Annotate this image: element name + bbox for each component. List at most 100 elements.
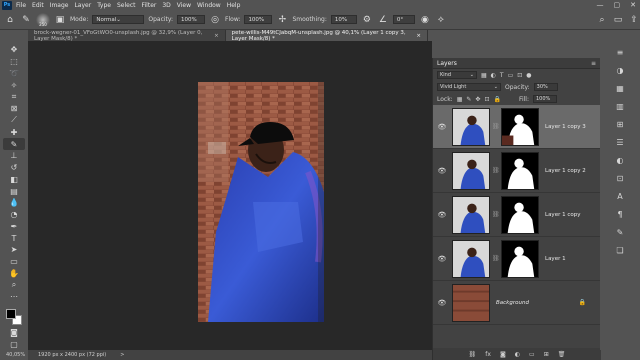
layer-mask-thumbnail[interactable] — [501, 239, 539, 278]
lock-artboard-icon[interactable]: ⊡ — [484, 96, 489, 103]
blur-tool-icon[interactable]: 💧 — [3, 197, 25, 209]
minimize-button[interactable]: — — [597, 0, 604, 10]
paragraph-icon[interactable]: ¶ — [613, 207, 627, 221]
properties-icon[interactable]: ☰ — [613, 135, 627, 149]
smoothing-field[interactable]: 10% — [330, 15, 357, 24]
history-brush-icon[interactable]: ↺ — [3, 162, 25, 174]
quick-select-tool-icon[interactable]: ✧ — [3, 79, 25, 91]
crop-tool-icon[interactable]: ⌗ — [3, 91, 25, 103]
brushes-icon[interactable]: ✎ — [613, 225, 627, 239]
status-arrow[interactable]: > — [120, 352, 124, 358]
pressure-opacity-icon[interactable]: ◎ — [209, 14, 221, 26]
menu-3d[interactable]: 3D — [162, 2, 170, 9]
adjustment-layer-icon[interactable]: ◐ — [515, 351, 520, 358]
layer-mask-thumbnail[interactable] — [501, 151, 539, 190]
layer-name[interactable]: Layer 1 copy 3 — [545, 124, 586, 130]
tab-brock-wegner[interactable]: brock-wegner-01_VFoGtWO0-unsplash.jpg @ … — [28, 30, 226, 42]
libraries-icon[interactable]: ⊡ — [613, 171, 627, 185]
lock-paint-icon[interactable]: ✎ — [466, 96, 471, 103]
eyedropper-tool-icon[interactable]: ⟋ — [3, 115, 25, 127]
quick-mask-icon[interactable]: ◙ — [3, 326, 25, 338]
eye-icon[interactable]: 👁 — [436, 167, 448, 175]
adjustments-icon[interactable]: ◐ — [613, 153, 627, 167]
brush-settings-icon[interactable]: ▣ — [54, 14, 66, 26]
menu-type[interactable]: Type — [97, 2, 111, 9]
layer-thumbnail[interactable] — [452, 195, 490, 234]
mode-dropdown[interactable]: Normal ⌄ — [92, 15, 145, 24]
frame-tool-icon[interactable]: ⊠ — [3, 103, 25, 115]
pressure-size-icon[interactable]: ◉ — [419, 14, 431, 26]
eye-icon[interactable]: 👁 — [436, 211, 448, 219]
panel-menu-icon[interactable]: ≡ — [613, 45, 627, 59]
layer-mask-thumbnail[interactable] — [501, 195, 539, 234]
layer-mask-thumbnail[interactable] — [501, 107, 539, 146]
layer-thumbnail[interactable] — [452, 283, 490, 322]
close-icon[interactable]: × — [214, 33, 219, 39]
brush-tool-icon[interactable]: ✎ — [3, 138, 25, 150]
link-icon[interactable]: ⛓ — [492, 211, 500, 218]
brush-tool-icon[interactable]: ✎ — [20, 14, 32, 26]
foreground-color[interactable] — [6, 308, 16, 319]
hand-tool-icon[interactable]: ✋ — [3, 268, 25, 280]
new-layer-icon[interactable]: ⊞ — [544, 351, 549, 358]
close-icon[interactable]: × — [416, 33, 421, 39]
link-icon[interactable]: ⛓ — [492, 123, 500, 130]
search-icon[interactable]: ⌕ — [596, 14, 608, 26]
healing-tool-icon[interactable]: ✚ — [3, 126, 25, 138]
lock-all-icon[interactable]: 🔒 — [493, 96, 500, 103]
layer-thumbnail[interactable] — [452, 239, 490, 278]
layers-panel-title[interactable]: Layers — [437, 60, 457, 67]
document-image[interactable] — [198, 82, 324, 322]
path-select-tool-icon[interactable]: ➤ — [3, 244, 25, 256]
layer-name[interactable]: Background — [496, 300, 529, 306]
layer-row[interactable]: 👁 ⛓ Layer 1 copy — [433, 193, 600, 237]
trash-icon[interactable]: 🗑 — [558, 351, 566, 358]
gradient-tool-icon[interactable]: ▤ — [3, 185, 25, 197]
dodge-tool-icon[interactable]: ◔ — [3, 209, 25, 221]
link-icon[interactable]: ⛓ — [492, 167, 500, 174]
link-icon[interactable]: ⛓ — [492, 255, 500, 262]
swatches-icon[interactable]: ▦ — [613, 81, 627, 95]
angle-field[interactable]: 0° — [392, 15, 415, 24]
fill-field[interactable]: 100% — [533, 95, 557, 103]
lock-move-icon[interactable]: ✥ — [475, 96, 480, 103]
menu-edit[interactable]: Edit — [32, 2, 44, 9]
filter-toggle-icon[interactable]: ● — [526, 72, 531, 79]
layer-row[interactable]: 👁 ⛓ Layer 1 — [433, 237, 600, 281]
menu-file[interactable]: File — [16, 2, 26, 9]
more-tools-icon[interactable]: ⋯ — [3, 291, 25, 303]
layer-name[interactable]: Layer 1 copy — [545, 212, 580, 218]
brush-preset-picker[interactable]: 250 — [36, 12, 50, 27]
layer-name[interactable]: Layer 1 — [545, 256, 566, 262]
patterns-icon[interactable]: ⊞ — [613, 117, 627, 131]
stamp-tool-icon[interactable]: ⊥ — [3, 150, 25, 162]
filter-type-icon[interactable]: T — [500, 72, 504, 79]
zoom-level[interactable]: 40,05% — [6, 352, 25, 358]
flow-field[interactable]: 100% — [244, 15, 273, 24]
eye-icon[interactable]: 👁 — [436, 255, 448, 263]
eraser-tool-icon[interactable]: ◧ — [3, 173, 25, 185]
zoom-tool-icon[interactable]: ⌕ — [3, 279, 25, 291]
layer-name[interactable]: Layer 1 copy 2 — [545, 168, 586, 174]
filter-adjust-icon[interactable]: ◐ — [491, 72, 496, 79]
lasso-tool-icon[interactable]: ➰ — [3, 68, 25, 80]
link-layers-icon[interactable]: ⛓ — [469, 351, 477, 358]
menu-select[interactable]: Select — [117, 2, 136, 9]
marquee-tool-icon[interactable]: ⬚ — [3, 56, 25, 68]
menu-image[interactable]: Image — [50, 2, 69, 9]
color-swatches[interactable] — [3, 307, 25, 327]
layer-opacity-field[interactable]: 30% — [533, 83, 558, 91]
close-window-button[interactable]: ✕ — [630, 0, 636, 10]
airbrush-icon[interactable]: ✢ — [276, 14, 288, 26]
pen-tool-icon[interactable]: ✒ — [3, 220, 25, 232]
filter-smart-icon[interactable]: ⊡ — [517, 72, 522, 79]
eye-icon[interactable]: 👁 — [436, 123, 448, 131]
menu-layer[interactable]: Layer — [74, 2, 91, 9]
home-icon[interactable]: ⌂ — [4, 14, 16, 26]
eye-icon[interactable]: 👁 — [436, 299, 448, 307]
menu-window[interactable]: Window — [197, 2, 221, 9]
tab-pete-willis[interactable]: pete-willis-M49tCJabqM-unsplash.jpg @ 40… — [225, 30, 428, 42]
panel-menu-icon[interactable]: ≡ — [591, 60, 596, 67]
shape-tool-icon[interactable]: ▭ — [3, 256, 25, 268]
menu-view[interactable]: View — [177, 2, 191, 9]
